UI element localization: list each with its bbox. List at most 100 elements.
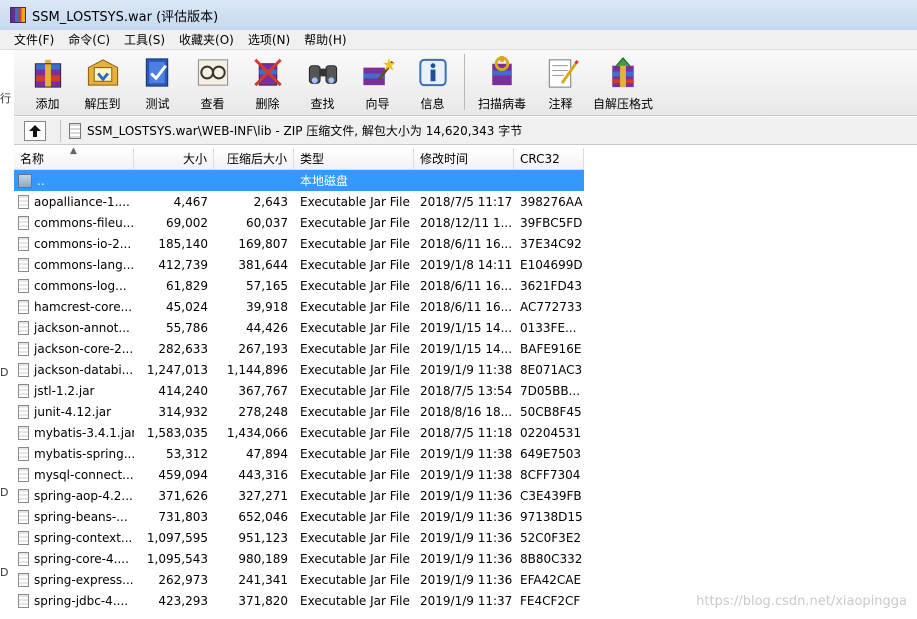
jar-file-icon: [18, 404, 29, 419]
file-row[interactable]: jackson-annot... 55,786 44,426 Executable J…: [14, 317, 584, 338]
test-button[interactable]: 测试: [130, 54, 185, 112]
virus-scan-button[interactable]: 扫描病毒: [471, 54, 533, 112]
menu-favorites[interactable]: 收藏夹(O): [179, 31, 234, 48]
file-crc: 97138D15: [520, 509, 583, 524]
file-packed-size: 980,189: [238, 551, 288, 566]
menu-help[interactable]: 帮助(H): [304, 31, 346, 48]
file-type: Executable Jar File: [300, 194, 410, 209]
up-folder-button[interactable]: [24, 120, 46, 141]
file-packed-size: 169,807: [238, 236, 288, 251]
info-button[interactable]: 信息: [405, 54, 460, 112]
comment-button[interactable]: 注释: [533, 54, 588, 112]
menu-options[interactable]: 选项(N): [248, 31, 290, 48]
file-crc: 8E071AC3: [520, 362, 583, 377]
file-packed-size: 1,144,896: [226, 362, 288, 377]
file-row[interactable]: mysql-connect... 459,094 443,316 Executable…: [14, 464, 584, 485]
address-bar: SSM_LOSTSYS.war\WEB-INF\lib - ZIP 压缩文件, …: [14, 117, 917, 145]
file-row[interactable]: spring-aop-4.2... 371,626 327,271 Executabl…: [14, 485, 584, 506]
file-name: spring-express...: [34, 572, 134, 587]
file-packed-size: 267,193: [238, 341, 288, 356]
file-size: 731,803: [158, 509, 208, 524]
edge-glyph: D: [0, 486, 9, 499]
file-modified: 2019/1/9 11:36: [420, 488, 513, 503]
file-size: 414,240: [158, 383, 208, 398]
file-packed-size: 44,426: [246, 320, 288, 335]
file-modified: 2019/1/8 14:11: [420, 257, 513, 272]
file-crc: 8B80C332: [520, 551, 583, 566]
file-row[interactable]: spring-context... 1,097,595 951,123 Executa…: [14, 527, 584, 548]
file-row[interactable]: spring-beans-... 731,803 652,046 Executable…: [14, 506, 584, 527]
file-crc: 52C0F3E2: [520, 530, 582, 545]
file-name: aopalliance-1....: [34, 194, 130, 209]
column-type[interactable]: 类型: [294, 148, 414, 170]
column-modified-label: 修改时间: [420, 152, 469, 166]
file-type: Executable Jar File: [300, 425, 410, 440]
file-size: 1,247,013: [146, 362, 208, 377]
file-packed-size: 951,123: [238, 530, 288, 545]
file-row[interactable]: commons-fileu... 69,002 60,037 Executable J…: [14, 212, 584, 233]
column-size[interactable]: 大小: [134, 148, 214, 170]
file-row[interactable]: spring-core-4.... 1,095,543 980,189 Executa…: [14, 548, 584, 569]
file-row[interactable]: junit-4.12.jar 314,932 278,248 Executable J…: [14, 401, 584, 422]
file-crc: 649E7503: [520, 446, 582, 461]
virus-scan-icon: [492, 55, 512, 86]
sfx-button[interactable]: 自解压格式: [588, 54, 658, 112]
column-modified[interactable]: 修改时间: [414, 148, 514, 170]
sort-up-icon: ▲: [70, 148, 77, 156]
menu-file[interactable]: 文件(F): [14, 31, 54, 48]
column-crc[interactable]: CRC32: [514, 148, 584, 170]
find-label: 查找: [310, 97, 335, 111]
file-modified: 2019/1/9 11:36: [420, 551, 513, 566]
file-row[interactable]: commons-io-2... 185,140 169,807 Executable …: [14, 233, 584, 254]
delete-button[interactable]: 删除: [240, 54, 295, 112]
wizard-button[interactable]: 向导: [350, 54, 405, 112]
file-packed-size: 2,643: [253, 194, 288, 209]
file-size: 45,024: [166, 299, 208, 314]
file-row[interactable]: jackson-databi... 1,247,013 1,144,896 Execu…: [14, 359, 584, 380]
column-packed[interactable]: 压缩后大小: [214, 148, 294, 170]
jar-file-icon: [18, 320, 29, 335]
file-row[interactable]: aopalliance-1.... 4,467 2,643 Executable Ja…: [14, 191, 584, 212]
column-crc-label: CRC32: [520, 152, 560, 166]
file-size: 4,467: [173, 194, 208, 209]
file-list[interactable]: ▲ 名称 大小 压缩后大小 类型 修改时间 CRC32 .. 本地磁盘 aopa…: [14, 148, 917, 619]
file-type: Executable Jar File: [300, 467, 410, 482]
file-type: Executable Jar File: [300, 236, 410, 251]
delete-icon: [253, 58, 282, 87]
add-button[interactable]: 添加: [20, 54, 75, 112]
menu-tools[interactable]: 工具(S): [124, 31, 165, 48]
parent-folder-row[interactable]: .. 本地磁盘: [14, 170, 584, 191]
watermark: https://blog.csdn.net/xiaopingga: [696, 594, 907, 609]
file-row[interactable]: spring-express... 262,973 241,341 Executabl…: [14, 569, 584, 590]
file-row[interactable]: mybatis-3.4.1.jar 1,583,035 1,434,066 Execu…: [14, 422, 584, 443]
toolbar-separator: [464, 54, 465, 110]
archive-path-icon: [69, 122, 81, 139]
jar-file-icon: [18, 551, 29, 566]
file-modified: 2019/1/9 11:38: [420, 446, 513, 461]
menu-commands[interactable]: 命令(C): [68, 31, 110, 48]
jar-file-icon: [18, 425, 29, 440]
file-row[interactable]: commons-log... 61,829 57,165 Executable Jar…: [14, 275, 584, 296]
file-size: 262,973: [158, 572, 208, 587]
extract-label: 解压到: [84, 97, 121, 111]
file-row[interactable]: spring-jdbc-4.... 423,293 371,820 Executabl…: [14, 590, 584, 611]
file-type: Executable Jar File: [300, 320, 410, 335]
file-row[interactable]: hamcrest-core... 45,024 39,918 Executable J…: [14, 296, 584, 317]
file-name: commons-log...: [34, 278, 127, 293]
file-name: spring-context...: [34, 530, 133, 545]
file-size: 185,140: [158, 236, 208, 251]
file-row[interactable]: jackson-core-2... 282,633 267,193 Executabl…: [14, 338, 584, 359]
file-row[interactable]: commons-lang... 412,739 381,644 Executable …: [14, 254, 584, 275]
find-button[interactable]: 查找: [295, 54, 350, 112]
column-name[interactable]: ▲ 名称: [14, 148, 134, 170]
file-modified: 2018/7/5 11:18: [420, 425, 513, 440]
jar-file-icon: [18, 299, 29, 314]
file-row[interactable]: jstl-1.2.jar 414,240 367,767 Executable Jar…: [14, 380, 584, 401]
comment-label: 注释: [548, 97, 573, 111]
file-row[interactable]: mybatis-spring... 53,312 47,894 Executable …: [14, 443, 584, 464]
extract-button[interactable]: 解压到: [75, 54, 130, 112]
menu-bar: 文件(F) 命令(C) 工具(S) 收藏夹(O) 选项(N) 帮助(H): [0, 30, 917, 50]
jar-file-icon: [18, 362, 29, 377]
add-label: 添加: [35, 97, 60, 111]
view-button[interactable]: 查看: [185, 54, 240, 112]
